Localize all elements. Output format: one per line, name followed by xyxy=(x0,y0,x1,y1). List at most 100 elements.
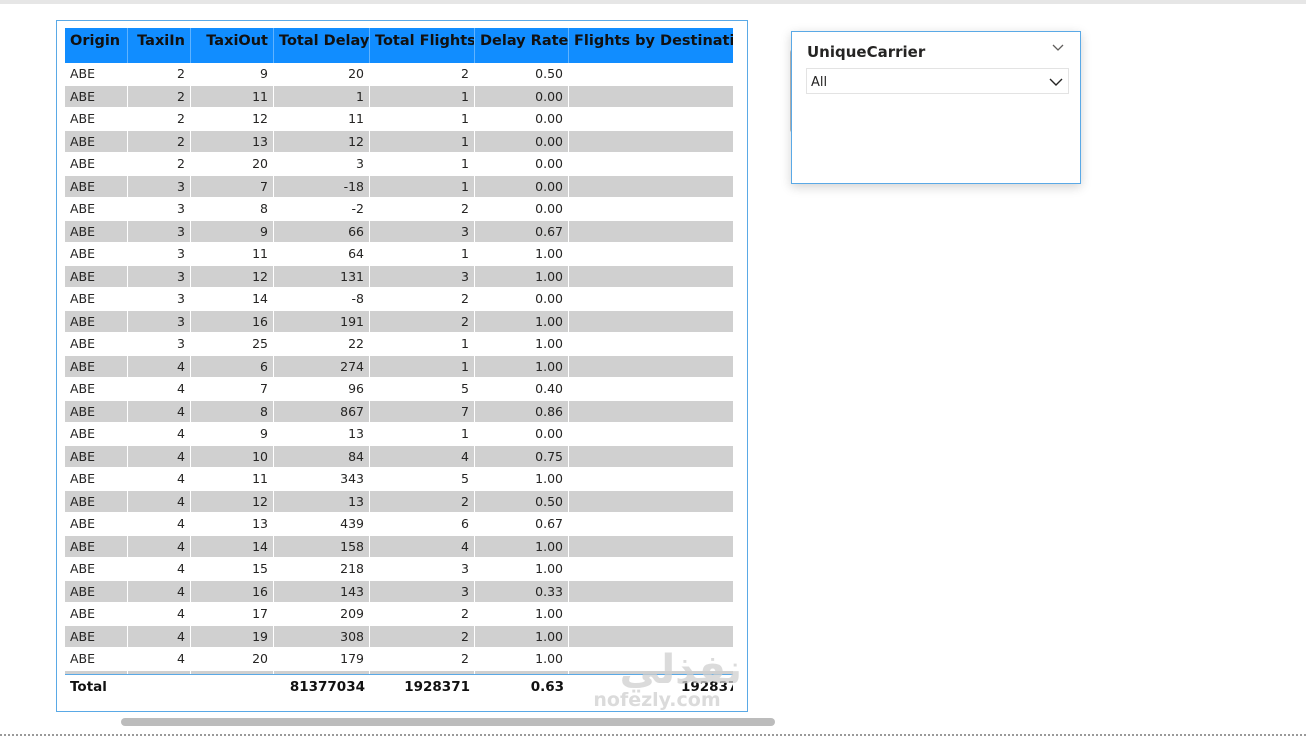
table-row[interactable]: ABE 2 11 1 1 0.00 xyxy=(65,85,733,108)
cell-delay-rate: 0.50 xyxy=(475,490,569,512)
cell-taxiout: 13 xyxy=(191,513,274,535)
cell-origin: ABE xyxy=(65,513,128,535)
cell-flights-by-destination xyxy=(569,491,733,513)
column-header-total-delay[interactable]: Total Delay xyxy=(274,28,370,63)
table-row[interactable]: ABE 3 25 22 1 1.00 xyxy=(65,333,733,356)
total-taxiin xyxy=(128,675,191,691)
cell-taxiin: 4 xyxy=(128,445,191,467)
cell-taxiin: 4 xyxy=(128,603,191,625)
cell-flights-by-destination xyxy=(569,266,733,288)
cell-flights-by-destination xyxy=(569,86,733,108)
chevron-down-icon[interactable] xyxy=(1051,41,1065,55)
cell-delay-rate: 1.00 xyxy=(475,355,569,377)
cell-taxiout: 15 xyxy=(191,558,274,580)
cell-flights-by-destination xyxy=(569,648,733,670)
cell-taxiin: 4 xyxy=(128,625,191,647)
cell-total-delay: 191 xyxy=(274,310,370,332)
table-row[interactable]: ABE 4 11 343 5 1.00 xyxy=(65,468,733,491)
table-visual[interactable]: Origin TaxiIn TaxiOut Total Delay Total … xyxy=(56,20,797,726)
table-row[interactable]: ABE 4 10 84 4 0.75 xyxy=(65,445,733,468)
cell-origin: ABE xyxy=(65,490,128,512)
cell-total-delay: 131 xyxy=(274,265,370,287)
cell-flights-by-destination xyxy=(569,108,733,130)
cell-origin: ABE xyxy=(65,468,128,490)
cell-total-delay: 274 xyxy=(274,355,370,377)
table-row[interactable]: ABE 3 12 131 3 1.00 xyxy=(65,265,733,288)
cell-delay-rate: 1.00 xyxy=(475,333,569,355)
canvas-top-border xyxy=(0,0,1306,4)
cell-total-delay: 22 xyxy=(274,333,370,355)
table-row[interactable]: ABE 3 11 64 1 1.00 xyxy=(65,243,733,266)
table-row[interactable]: ABE 3 16 191 2 1.00 xyxy=(65,310,733,333)
table-row[interactable]: ABE 4 12 13 2 0.50 xyxy=(65,490,733,513)
total-label: Total xyxy=(70,679,107,691)
slicer-dropdown[interactable]: All xyxy=(806,68,1069,94)
table-row[interactable]: ABE 4 9 13 1 0.00 xyxy=(65,423,733,446)
cell-total-delay: 343 xyxy=(274,468,370,490)
cell-flights-by-destination xyxy=(569,401,733,423)
cell-taxiin: 2 xyxy=(128,130,191,152)
table-row[interactable]: ABE 2 12 11 1 0.00 xyxy=(65,108,733,131)
table-row[interactable]: ABE 4 13 439 6 0.67 xyxy=(65,513,733,536)
cell-origin: ABE xyxy=(65,288,128,310)
cell-total-delay: -2 xyxy=(274,198,370,220)
cell-delay-rate: 0.00 xyxy=(475,85,569,107)
column-header-taxiout[interactable]: TaxiOut xyxy=(191,28,274,63)
slicer-visual[interactable]: UniqueCarrier All xyxy=(791,31,1081,184)
table-row[interactable]: ABE 4 8 867 7 0.86 xyxy=(65,400,733,423)
cell-total-flights: 3 xyxy=(370,220,475,242)
table-row[interactable]: ABE 4 20 179 2 1.00 xyxy=(65,648,733,671)
table-row[interactable]: ABE 4 15 218 3 1.00 xyxy=(65,558,733,581)
table-row[interactable]: ABE 3 14 -8 2 0.00 xyxy=(65,288,733,311)
cell-taxiin: 4 xyxy=(128,535,191,557)
cell-taxiout: 13 xyxy=(191,130,274,152)
cell-flights-by-destination xyxy=(569,513,733,535)
table-row[interactable]: ABE 2 13 12 1 0.00 xyxy=(65,130,733,153)
cell-flights-by-destination xyxy=(569,581,733,603)
table-row[interactable]: ABE 4 6 274 1 1.00 xyxy=(65,355,733,378)
cell-taxiin: 3 xyxy=(128,333,191,355)
cell-flights-by-destination xyxy=(569,603,733,625)
table-row[interactable]: ABE 4 14 158 4 1.00 xyxy=(65,535,733,558)
cell-taxiin: 3 xyxy=(128,243,191,265)
cell-total-flights: 7 xyxy=(370,400,475,422)
cell-total-flights: 1 xyxy=(370,333,475,355)
cell-total-flights: 2 xyxy=(370,310,475,332)
column-header-taxiin[interactable]: TaxiIn xyxy=(128,28,191,63)
chevron-down-icon[interactable] xyxy=(1049,75,1063,89)
cell-delay-rate: 1.00 xyxy=(475,603,569,625)
cell-flights-by-destination xyxy=(569,288,733,310)
cell-taxiout: 20 xyxy=(191,153,274,175)
cell-taxiout: 11 xyxy=(191,243,274,265)
column-header-flights-by-destination[interactable]: Flights by Destination xyxy=(569,28,733,63)
horizontal-scrollbar[interactable] xyxy=(121,718,775,726)
table-row[interactable]: ABE 4 7 96 5 0.40 xyxy=(65,378,733,401)
column-header-origin[interactable]: Origin xyxy=(65,28,128,63)
table-row[interactable]: ABE 2 9 20 2 0.50 xyxy=(65,63,733,86)
cell-taxiout: 10 xyxy=(191,445,274,467)
cell-taxiout: 8 xyxy=(191,198,274,220)
table-row[interactable]: ABE 4 16 143 3 0.33 xyxy=(65,580,733,603)
cell-delay-rate: 1.00 xyxy=(475,243,569,265)
cell-total-delay: 209 xyxy=(274,603,370,625)
table-row[interactable]: ABE 3 9 66 3 0.67 xyxy=(65,220,733,243)
table-row[interactable]: ABE 3 8 -2 2 0.00 xyxy=(65,198,733,221)
cell-total-flights: 1 xyxy=(370,175,475,197)
table-row[interactable]: ABE 3 7 -18 1 0.00 xyxy=(65,175,733,198)
cell-taxiin: 4 xyxy=(128,468,191,490)
table-row[interactable]: ABE 2 20 3 1 0.00 xyxy=(65,153,733,176)
cell-flights-by-destination xyxy=(569,446,733,468)
total-delay-rate-value: 0.63 xyxy=(530,679,564,691)
column-header-delay-rate[interactable]: Delay Rate xyxy=(475,28,569,63)
cell-taxiin: 4 xyxy=(128,513,191,535)
cell-taxiin: 3 xyxy=(128,288,191,310)
table-row[interactable]: ABE 4 19 308 2 1.00 xyxy=(65,625,733,648)
cell-taxiout: 9 xyxy=(191,220,274,242)
cell-taxiout: 16 xyxy=(191,310,274,332)
cell-total-delay: 96 xyxy=(274,378,370,400)
table-row[interactable]: ABE 4 17 209 2 1.00 xyxy=(65,603,733,626)
cell-origin: ABE xyxy=(65,400,128,422)
cell-total-flights: 1 xyxy=(370,153,475,175)
cell-delay-rate: 1.00 xyxy=(475,310,569,332)
column-header-total-flights[interactable]: Total Flights xyxy=(370,28,475,63)
